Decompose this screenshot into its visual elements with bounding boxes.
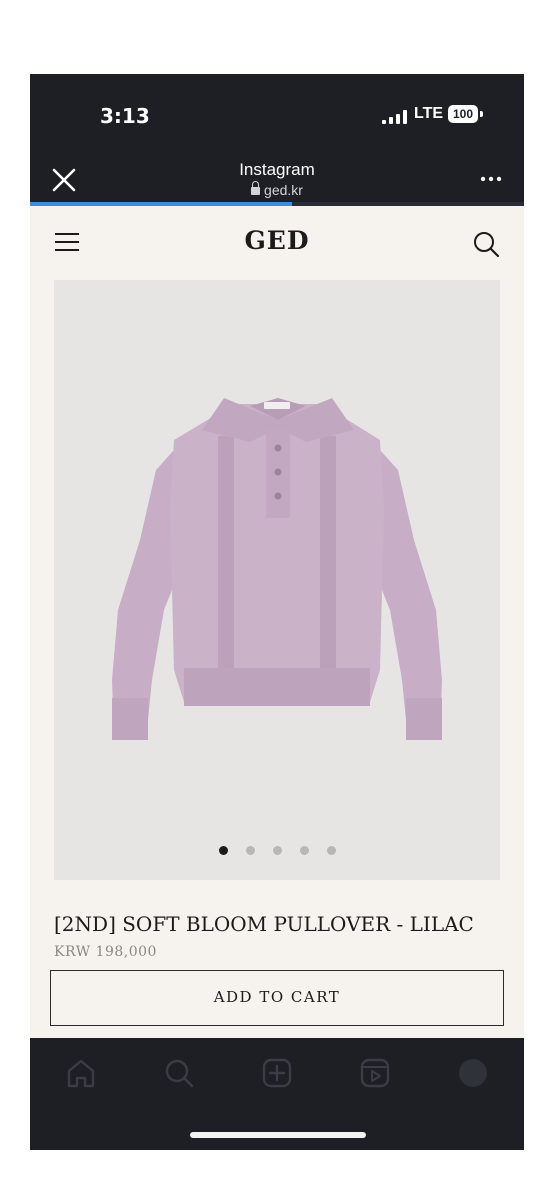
status-time: 3:13 [100, 104, 150, 128]
search-icon[interactable] [472, 230, 500, 258]
create-icon[interactable] [260, 1056, 294, 1090]
product-title: [2ND] SOFT BLOOM PULLOVER - LILAC [54, 912, 474, 936]
in-app-browser-header: Instagram ged.kr [30, 154, 524, 206]
home-indicator [190, 1132, 366, 1138]
carousel-dot[interactable] [326, 846, 336, 855]
status-bar: 3:13 LTE 100 [30, 74, 524, 154]
search-icon[interactable] [162, 1056, 196, 1090]
add-to-cart-button[interactable]: ADD TO CART [50, 970, 504, 1026]
more-icon[interactable] [476, 164, 506, 194]
browser-url: ged.kr [30, 181, 524, 198]
battery-tip [480, 111, 483, 117]
lock-icon [251, 181, 261, 195]
product-image-carousel[interactable] [54, 280, 500, 880]
carousel-dot[interactable] [272, 846, 282, 855]
carousel-pagination [54, 846, 500, 855]
carousel-dot[interactable] [245, 846, 255, 855]
cellular-signal-icon [382, 110, 407, 124]
battery-icon: 100 [448, 105, 478, 123]
network-type: LTE [414, 105, 444, 122]
product-price: KRW 198,000 [54, 944, 157, 960]
phone-screen: 3:13 LTE 100 Instagram ged.kr GED [2ND] … [30, 74, 524, 1150]
browser-app-title: Instagram [239, 160, 315, 179]
sweater-image [112, 398, 442, 740]
home-icon[interactable] [64, 1056, 98, 1090]
url-text: ged.kr [264, 182, 303, 198]
carousel-dot[interactable] [218, 846, 228, 855]
profile-icon[interactable] [456, 1056, 490, 1090]
reels-icon[interactable] [358, 1056, 392, 1090]
store-page: GED [2ND] SOFT BLOOM PULLOVER - LILAC KR… [30, 206, 524, 1038]
instagram-tab-bar [30, 1038, 524, 1150]
site-logo[interactable]: GED [30, 226, 524, 255]
carousel-dot[interactable] [299, 846, 309, 855]
